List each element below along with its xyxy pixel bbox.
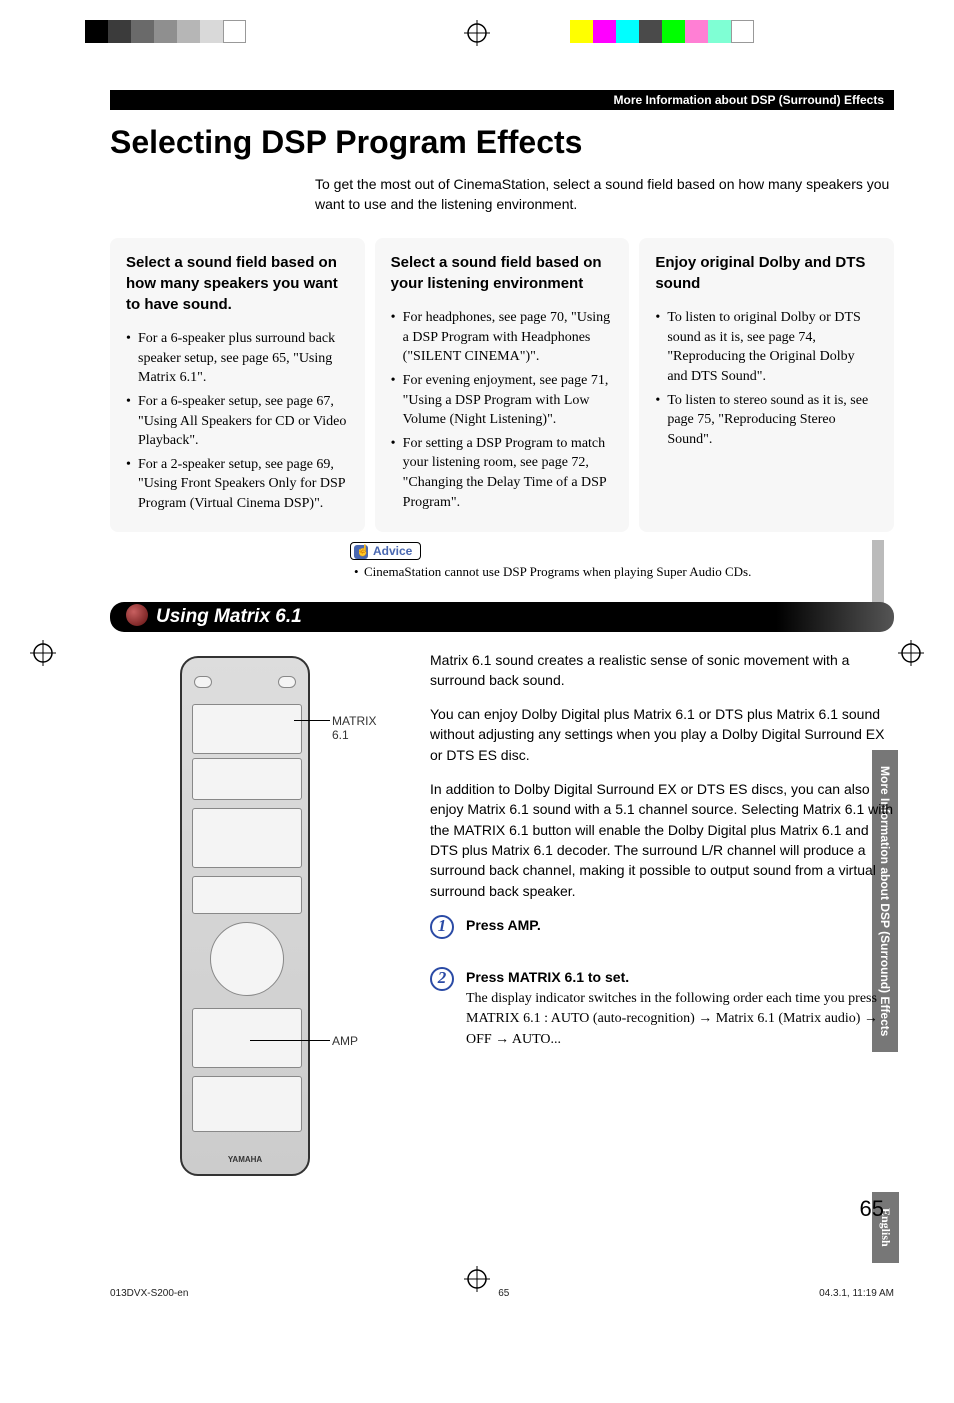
step-detail: The display indicator switches in the fo… (466, 989, 894, 1050)
step-title: Press MATRIX 6.1 to set. (466, 969, 629, 985)
intro-text: To get the most out of CinemaStation, se… (315, 175, 894, 214)
list-item: For setting a DSP Program to match your … (391, 434, 614, 512)
column-heading: Enjoy original Dolby and DTS sound (655, 252, 878, 294)
list-item: For a 6-speaker plus surround back speak… (126, 329, 349, 388)
section-body: Matrix 6.1 sound creates a realistic sen… (430, 650, 894, 1176)
body-paragraph: You can enjoy Dolby Digital plus Matrix … (430, 704, 894, 765)
footer-doc-id: 013DVX-S200-en (110, 1288, 188, 1299)
remote-illustration: YAMAHA MATRIX 6.1 AMP (110, 650, 410, 1176)
callout-matrix: MATRIX 6.1 (332, 714, 376, 742)
body-paragraph: In addition to Dolby Digital Surround EX… (430, 779, 894, 901)
column-speakers: Select a sound field based on how many s… (110, 238, 365, 531)
column-heading: Select a sound field based on how many s… (126, 252, 349, 315)
list-item: For a 6-speaker setup, see page 67, "Usi… (126, 392, 349, 451)
column-environment: Select a sound field based on your liste… (375, 238, 630, 531)
page-title: Selecting DSP Program Effects (110, 124, 894, 161)
step-number-icon: 2 (430, 967, 454, 991)
column-dolby-dts: Enjoy original Dolby and DTS sound To li… (639, 238, 894, 531)
advice-block: Advice CinemaStation cannot use DSP Prog… (350, 542, 894, 580)
advice-badge: Advice (350, 542, 421, 560)
section-title: Using Matrix 6.1 (110, 602, 894, 632)
page-number: 65 (110, 1196, 884, 1222)
step-title: Press AMP. (466, 917, 541, 933)
list-item: To listen to original Dolby or DTS sound… (655, 308, 878, 386)
body-paragraph: Matrix 6.1 sound creates a realistic sen… (430, 650, 894, 691)
remote-control-icon: YAMAHA MATRIX 6.1 AMP (180, 656, 310, 1176)
section-header: Using Matrix 6.1 (110, 602, 894, 632)
callout-amp: AMP (332, 1034, 358, 1048)
step-1: 1 Press AMP. (430, 915, 894, 939)
list-item: To listen to stereo sound as it is, see … (655, 391, 878, 450)
list-item: For evening enjoyment, see page 71, "Usi… (391, 371, 614, 430)
advice-note: CinemaStation cannot use DSP Programs wh… (350, 564, 894, 580)
chapter-header: More Information about DSP (Surround) Ef… (110, 90, 894, 110)
options-columns: Select a sound field based on how many s… (110, 238, 894, 531)
column-heading: Select a sound field based on your liste… (391, 252, 614, 294)
list-item: For a 2-speaker setup, see page 69, "Usi… (126, 455, 349, 514)
list-item: For headphones, see page 70, "Using a DS… (391, 308, 614, 367)
bullet-icon (126, 604, 148, 626)
step-number-icon: 1 (430, 915, 454, 939)
step-2: 2 Press MATRIX 6.1 to set. The display i… (430, 967, 894, 1050)
footer-page: 65 (498, 1288, 509, 1299)
